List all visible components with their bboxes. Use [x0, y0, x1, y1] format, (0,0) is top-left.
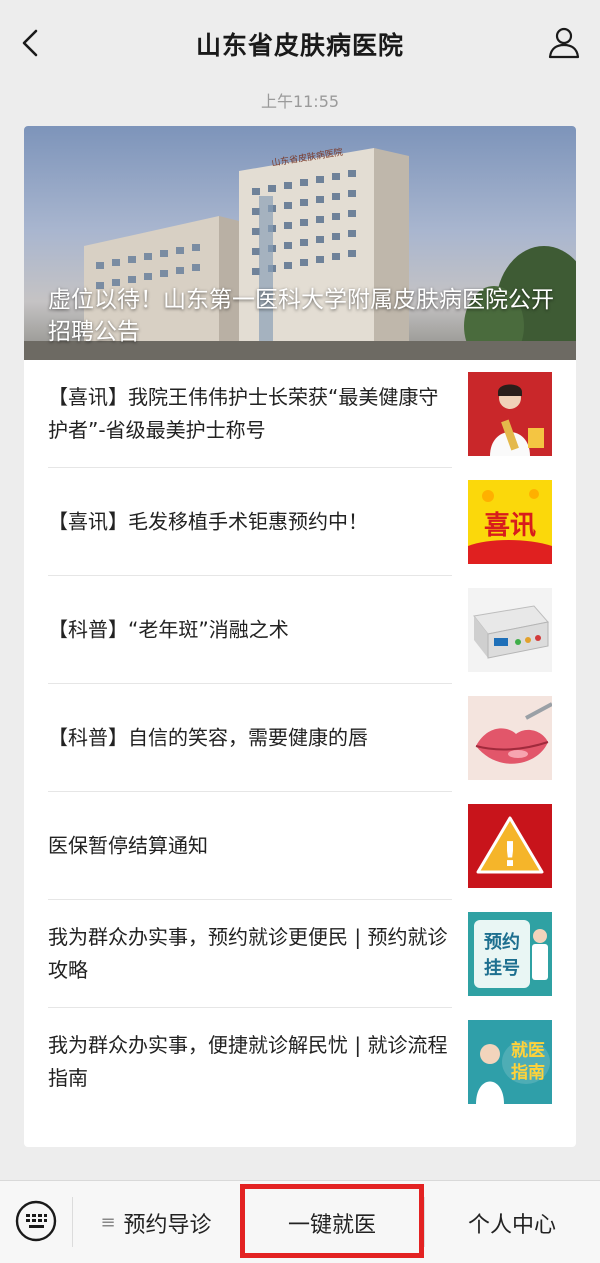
article-title: 【喜讯】毛发移植手术钜惠预约中！ — [48, 509, 368, 534]
warning-icon: ! — [468, 804, 552, 888]
menu-label: 预约导诊 — [123, 1212, 212, 1238]
guide-graphic: 就医 指南 — [468, 1020, 552, 1104]
medical-device-photo — [468, 588, 552, 672]
xixun-graphic: 喜讯 — [468, 480, 552, 564]
article-item[interactable]: 【科普】自信的笑容，需要健康的唇 — [24, 684, 576, 792]
article-item[interactable]: 【科普】“老年斑”消融之术 — [24, 576, 576, 684]
article-title: 我为群众办实事，便捷就诊解民忧 | 就诊流程指南 — [48, 1033, 448, 1090]
lips-photo — [468, 696, 552, 780]
article-title: 【科普】“老年斑”消融之术 — [48, 617, 289, 642]
article-title: 我为群众办实事，预约就诊更便民 | 预约就诊攻略 — [48, 925, 448, 982]
appointment-text-1: 预约 — [484, 931, 520, 953]
article-card: 山东省皮肤病医院 虚位以待！山东第一医科大学附属皮肤病医院公开招聘公告 【喜讯】… — [24, 126, 576, 1147]
article-item[interactable]: 我为群众办实事，便捷就诊解民忧 | 就诊流程指南 就医 指南 — [24, 1008, 576, 1116]
keyboard-icon[interactable] — [14, 1199, 58, 1243]
menu-personal-center[interactable]: 个人中心 — [424, 1181, 600, 1263]
guide-text-2: 指南 — [511, 1062, 545, 1083]
menu-appointment-guide[interactable]: ≡ 预约导诊 — [72, 1181, 240, 1263]
article-title: 医保暂停结算通知 — [48, 833, 208, 858]
article-item[interactable]: 医保暂停结算通知 ! — [24, 792, 576, 900]
person-icon[interactable] — [546, 24, 582, 60]
top-nav-bar: 山东省皮肤病医院 — [0, 0, 600, 88]
highlight-box — [240, 1184, 424, 1258]
hero-article-title: 虚位以待！山东第一医科大学附属皮肤病医院公开招聘公告 — [48, 287, 554, 345]
menu-label: 个人中心 — [467, 1212, 556, 1238]
article-title: 【科普】自信的笑容，需要健康的唇 — [48, 725, 368, 750]
warning-mark: ! — [502, 835, 518, 875]
article-item[interactable]: 【喜讯】毛发移植手术钜惠预约中！ 喜讯 — [24, 468, 576, 576]
appointment-graphic: 预约 挂号 — [468, 912, 552, 996]
article-item[interactable]: 我为群众办实事，预约就诊更便民 | 预约就诊攻略 预约 挂号 — [24, 900, 576, 1008]
chevron-left-icon[interactable] — [14, 26, 48, 60]
message-timestamp: 上午11:55 — [260, 92, 340, 111]
article-title: 【喜讯】我院王伟伟护士长荣获“最美健康守护者”-省级最美护士称号 — [48, 385, 439, 442]
page-title: 山东省皮肤病医院 — [195, 31, 404, 60]
nurse-award-photo — [468, 372, 552, 456]
hero-article[interactable]: 山东省皮肤病医院 虚位以待！山东第一医科大学附属皮肤病医院公开招聘公告 — [24, 126, 576, 360]
submenu-lines-icon: ≡ — [100, 1212, 116, 1233]
guide-text-1: 就医 — [511, 1040, 545, 1061]
article-item[interactable]: 【喜讯】我院王伟伟护士长荣获“最美健康守护者”-省级最美护士称号 — [24, 360, 576, 468]
xixun-text: 喜讯 — [484, 511, 536, 541]
appointment-text-2: 挂号 — [484, 957, 520, 979]
